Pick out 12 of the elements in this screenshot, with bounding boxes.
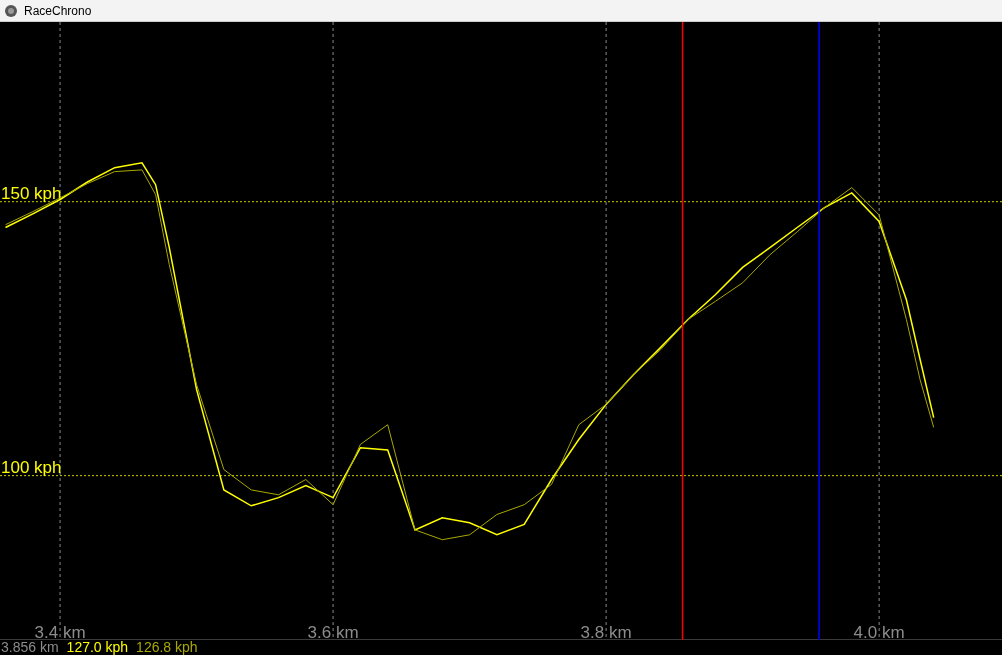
window-title: RaceChrono xyxy=(24,3,92,18)
axis-tick-label: 150 kph xyxy=(1,183,62,203)
reading-value: 127.0 kph xyxy=(66,640,129,655)
axis-tick-label: 3.8 km xyxy=(580,623,632,640)
axis-tick-label: 3.4 km xyxy=(34,623,86,640)
axis-tick-label: 4.0 km xyxy=(853,623,905,640)
cursor-line[interactable] xyxy=(681,22,684,640)
axis-tick-label: 100 kph xyxy=(1,457,62,477)
axis-tick-label: 3.6 km xyxy=(307,623,359,640)
app-icon xyxy=(4,3,18,18)
reading-value: 3.856 km xyxy=(1,640,59,655)
reading-value: 126.8 kph xyxy=(136,640,198,655)
